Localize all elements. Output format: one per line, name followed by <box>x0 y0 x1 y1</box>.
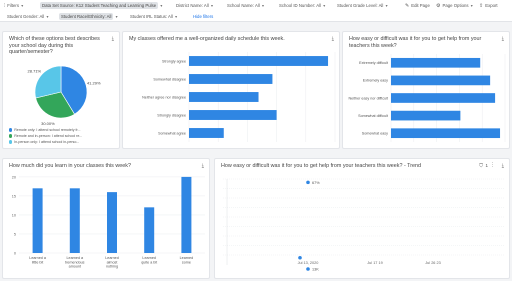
trend-point <box>306 267 310 271</box>
filter-student-irl[interactable]: Student IRL Status: All ▼ <box>130 11 178 22</box>
filter-student-race[interactable]: Student Race/Ethnicity: All ▼ <box>59 11 118 22</box>
y-tick-label: 10 <box>12 213 16 217</box>
pie-value-label: 28.71% <box>28 68 42 73</box>
chevron-down-icon: ▼ <box>384 3 389 8</box>
bar <box>391 75 491 86</box>
bar <box>189 110 277 120</box>
category-label: Somewhat disagree <box>153 77 186 81</box>
x-category-label: nothing <box>106 265 118 269</box>
filter-data-set-source[interactable]: Data Set Source: K12 Student Teaching an… <box>40 0 163 11</box>
bar <box>69 188 80 253</box>
chevron-down-icon: ▼ <box>114 14 119 19</box>
filters-toggle[interactable]: ⫶ Filters ▼ <box>4 0 24 11</box>
chevron-down-icon: ▼ <box>20 3 24 8</box>
filter-student-gender[interactable]: Student Gender: All ▼ <box>7 11 49 22</box>
filter-school-name[interactable]: School Name: All ▼ <box>227 0 265 11</box>
trend-card: How easy or difficult was it for you to … <box>214 158 510 279</box>
edit-page-button[interactable]: ✎ Edit Page <box>405 0 430 11</box>
filter-icon: ⫶ <box>4 2 6 9</box>
bar <box>189 74 273 84</box>
category-label: Neither agree nor disagree <box>142 95 186 99</box>
bar <box>32 188 43 253</box>
trend-chart: Jul 13, 2020 Jul 17 19 Jul 26 23 67% 13K <box>223 178 505 271</box>
point-label: 67% <box>312 181 320 185</box>
bar <box>107 192 117 253</box>
learn-bar-chart: 05101520Learned alittle bitLearned atrem… <box>12 175 205 269</box>
category-label: Somewhat difficult <box>358 114 388 118</box>
point-label: 13K <box>312 267 319 271</box>
filters-label: Filters <box>7 3 19 8</box>
y-tick-label: 20 <box>12 175 16 179</box>
help-bar-chart: Extremely difficult Extremely easy Neither… <box>349 54 506 142</box>
chevron-down-icon: ▼ <box>322 3 326 8</box>
y-tick-label: 15 <box>12 194 16 198</box>
category-label: Strongly agree <box>162 59 186 63</box>
x-category-label: little bit <box>32 260 43 264</box>
pie-card: Which of these options best describes yo… <box>2 31 120 149</box>
filter-district-name[interactable]: District Name: All ▼ <box>176 0 214 11</box>
x-tick-label: Jul 13, 2020 <box>298 261 319 265</box>
bar <box>391 110 461 121</box>
filter-bar: ⫶ Filters ▼ Data Set Source: K12 Student… <box>0 0 512 22</box>
category-label: Extremely difficult <box>359 61 388 65</box>
pie-value-label: 30.00% <box>41 121 55 126</box>
bar <box>144 207 155 253</box>
filter-school-id[interactable]: School ID Number: All ▼ <box>279 0 326 11</box>
x-category-label: some <box>182 260 191 264</box>
legend-swatch <box>9 140 13 144</box>
export-button[interactable]: ⇪ Export <box>479 0 498 11</box>
category-label: Neither easy nor difficult <box>349 96 389 100</box>
legend-swatch <box>9 134 13 138</box>
category-label: Strongly disagree <box>157 113 186 117</box>
bar <box>189 128 224 138</box>
chevron-down-icon: ▼ <box>210 3 214 8</box>
y-tick-label: 5 <box>14 232 16 236</box>
bar <box>391 57 481 68</box>
pencil-icon: ✎ <box>405 2 410 9</box>
category-label: Somewhat agree <box>158 131 186 135</box>
chevron-down-icon: ▼ <box>159 3 164 8</box>
bar <box>189 92 259 102</box>
trend-point <box>306 180 310 185</box>
pie-legend: Remote only: I attend school remotely fr… <box>9 127 82 145</box>
bar <box>189 56 329 66</box>
page-options-button[interactable]: ⚙ Page Options ▼ <box>436 0 474 11</box>
trend-point <box>298 255 302 260</box>
x-category-label: quite a bit <box>141 260 157 264</box>
bar <box>391 128 501 139</box>
chevron-down-icon: ▼ <box>261 3 265 8</box>
schedule-card: My classes offered me a well-organized d… <box>122 31 340 149</box>
x-tick-label: Jul 26 23 <box>425 261 440 265</box>
export-icon: ⇪ <box>479 2 484 9</box>
gear-icon: ⚙ <box>436 2 441 9</box>
x-tick-label: Jul 17 19 <box>367 261 382 265</box>
hide-filters-link[interactable]: Hide filters <box>193 11 213 22</box>
legend-item: In-person only: I attend school in-perso… <box>9 139 82 145</box>
x-category-label: amount <box>69 265 81 269</box>
chevron-down-icon: ▼ <box>174 14 178 19</box>
y-tick-label: 0 <box>14 251 16 255</box>
filter-row-2: Student Gender: All ▼ Student Race/Ethnic… <box>0 11 512 22</box>
filter-row-1: ⫶ Filters ▼ Data Set Source: K12 Student… <box>0 0 512 11</box>
pie-value-label: 41.29% <box>87 80 101 85</box>
category-label: Extremely easy <box>363 79 388 83</box>
help-card: How easy or difficult was it for you to … <box>342 31 510 149</box>
chevron-down-icon: ▼ <box>45 14 50 19</box>
filter-grade-level[interactable]: Student Grade Level: All ▼ <box>337 0 388 11</box>
chevron-down-icon: ▼ <box>470 3 474 8</box>
learn-card: How much did you learn in your classes t… <box>2 158 210 279</box>
legend-swatch <box>9 128 13 132</box>
bar <box>181 176 192 253</box>
category-label: Somewhat easy <box>362 132 388 136</box>
schedule-bar-chart: Strongly agree Somewhat disagree Neither a… <box>142 52 336 142</box>
bar <box>391 93 496 103</box>
